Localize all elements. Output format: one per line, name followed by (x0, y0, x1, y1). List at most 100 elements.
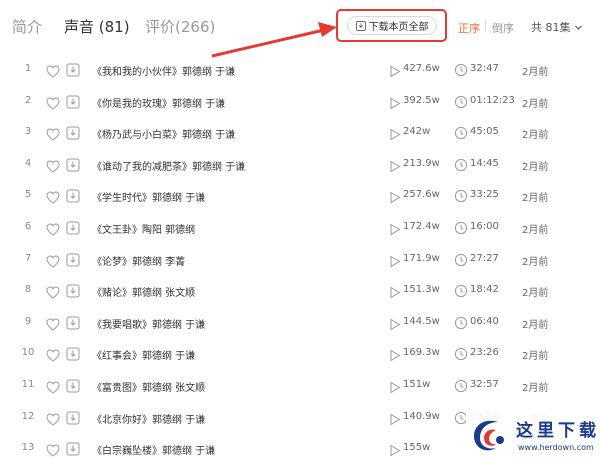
download-icon[interactable] (66, 378, 80, 393)
track-number: 9 (24, 315, 32, 327)
track-title[interactable]: 《富贵图》郭德纲 张文顺 (92, 379, 205, 394)
play-count: 169.3w (403, 347, 440, 359)
track-title[interactable]: 《谁动了我的减肥茶》郭德纲 于谦 (92, 158, 245, 173)
heart-icon[interactable] (46, 379, 60, 394)
download-all-button[interactable]: 下载本页全部 (347, 16, 437, 35)
download-icon[interactable] (66, 441, 80, 456)
heart-icon[interactable] (46, 347, 60, 363)
play-count: 151w (403, 379, 431, 390)
play-count: 427.6w (403, 63, 440, 74)
play-count: 155w (403, 442, 431, 454)
download-icon[interactable] (66, 94, 80, 109)
track-row[interactable]: 11 《富贵图》郭德纲 张文顺 151w 32:57 2月前 (0, 370, 600, 402)
track-row[interactable]: 10 《红事会》郭德纲 于谦 169.3w 23:26 2月前 (0, 338, 600, 370)
play-icon (389, 347, 401, 362)
heart-icon[interactable] (46, 411, 60, 426)
tab-intro[interactable]: 简介 (12, 16, 42, 37)
track-duration: 23:26 (470, 347, 499, 359)
watermark-logo-icon (474, 420, 504, 451)
episode-range-label: 共 81集 (531, 21, 571, 34)
download-icon[interactable] (66, 410, 80, 425)
track-duration: 14:45 (470, 157, 499, 169)
track-row[interactable]: 5 《学生时代》郭德纲 于谦 257.6w 33:25 2月前 (0, 180, 600, 212)
download-icon[interactable] (66, 283, 80, 298)
clock-icon (454, 157, 468, 171)
download-icon[interactable] (66, 346, 80, 361)
sort-asc-button[interactable]: 正序 (458, 20, 480, 36)
track-row[interactable]: 2 《你是我的玫瑰》郭德纲 于谦 392.5w 01:12:23 2月前 (0, 86, 600, 118)
track-date: 2月前 (522, 67, 549, 78)
track-duration: 32:47 (470, 63, 499, 74)
track-row[interactable]: 4 《谁动了我的减肥茶》郭德纲 于谦 213.9w 14:45 2月前 (0, 149, 600, 181)
clock-icon (454, 125, 468, 140)
track-row[interactable]: 9 《我要唱歌》郭德纲 于谦 144.5w 06:40 2月前 (0, 307, 600, 339)
heart-icon[interactable] (46, 442, 60, 457)
heart-icon[interactable] (46, 189, 60, 205)
track-date: 2月前 (522, 193, 549, 205)
heart-icon[interactable] (46, 158, 60, 173)
track-title[interactable]: 《论梦》郭德纲 李菁 (92, 253, 185, 268)
download-icon[interactable] (66, 188, 80, 203)
download-icon[interactable] (66, 220, 80, 235)
clock-icon (454, 283, 468, 298)
track-title[interactable]: 《白宗巍坠楼》郭德纲 于谦 (92, 442, 215, 457)
track-date: 2月前 (522, 288, 549, 300)
track-duration: 01:12:23 (470, 94, 515, 106)
play-icon (389, 253, 401, 267)
track-date: 2月前 (522, 319, 549, 331)
track-date: 2月前 (522, 256, 549, 268)
play-icon (389, 316, 401, 331)
track-row[interactable]: 7 《论梦》郭德纲 李菁 171.9w 27:27 2月前 (0, 244, 600, 276)
heart-icon[interactable] (46, 253, 60, 268)
play-icon (389, 411, 401, 425)
track-date: 2月前 (522, 130, 549, 142)
track-number: 2 (24, 94, 32, 106)
track-title[interactable]: 《杨乃武与小白菜》郭德纲 于谦 (92, 126, 235, 141)
track-duration: 32:57 (470, 379, 499, 390)
tab-review[interactable]: 评价(266) (145, 16, 215, 37)
download-icon[interactable] (66, 252, 80, 267)
clock-icon (454, 94, 468, 108)
track-title[interactable]: 《学生时代》郭德纲 于谦 (92, 189, 205, 204)
track-duration: 18:42 (470, 284, 499, 296)
tab-audio[interactable]: 声音 (81) (64, 16, 130, 37)
play-count: 171.9w (403, 252, 440, 264)
track-date: 2月前 (522, 225, 549, 236)
heart-icon[interactable] (46, 126, 60, 141)
track-title[interactable]: 《北京你好》郭德纲 于谦 (92, 411, 205, 426)
track-title[interactable]: 《我要唱歌》郭德纲 于谦 (92, 316, 205, 331)
track-row[interactable]: 3 《杨乃武与小白菜》郭德纲 于谦 242w 45:05 2月前 (0, 117, 600, 149)
heart-icon[interactable] (46, 221, 60, 236)
track-duration: 45:05 (470, 126, 499, 138)
clock-icon (454, 315, 468, 329)
episode-range-dropdown[interactable]: 共 81集 (531, 19, 583, 35)
play-icon (389, 158, 401, 173)
download-icon[interactable] (66, 315, 80, 330)
heart-icon[interactable] (46, 95, 60, 110)
heart-icon[interactable] (46, 284, 60, 299)
track-title[interactable]: 《我和我的小伙伴》郭德纲 于谦 (92, 63, 235, 78)
download-icon[interactable] (66, 157, 80, 172)
track-title[interactable]: 《文王卦》陶阳 郭德纲 (92, 221, 195, 236)
track-row[interactable]: 8 《赌论》郭德纲 张文顺 151.3w 18:42 2月前 (0, 275, 600, 307)
clock-icon (454, 188, 468, 203)
track-title[interactable]: 《赌论》郭德纲 张文顺 (92, 284, 195, 299)
watermark-url: www.herdown.com (518, 443, 594, 452)
play-icon (389, 189, 401, 204)
track-number: 3 (24, 126, 32, 138)
watermark-name: 这里下载 (516, 421, 600, 441)
track-title[interactable]: 《红事会》郭德纲 于谦 (92, 347, 195, 362)
track-title[interactable]: 《你是我的玫瑰》郭德纲 于谦 (92, 95, 225, 110)
download-icon[interactable] (66, 62, 80, 77)
track-number: 13 (21, 442, 35, 454)
play-count: 213.9w (403, 157, 440, 169)
download-icon[interactable] (66, 125, 80, 140)
track-row[interactable]: 1 《我和我的小伙伴》郭德纲 于谦 427.6w 32:47 2月前 (0, 54, 600, 86)
track-date: 2月前 (522, 351, 549, 363)
heart-icon[interactable] (46, 316, 60, 331)
sort-desc-button[interactable]: 倒序 (492, 20, 514, 36)
track-row[interactable]: 6 《文王卦》陶阳 郭德纲 172.4w 16:00 2月前 (0, 212, 600, 244)
track-date: 2月前 (522, 161, 549, 173)
heart-icon[interactable] (46, 63, 60, 78)
track-duration: 33:25 (470, 189, 499, 201)
